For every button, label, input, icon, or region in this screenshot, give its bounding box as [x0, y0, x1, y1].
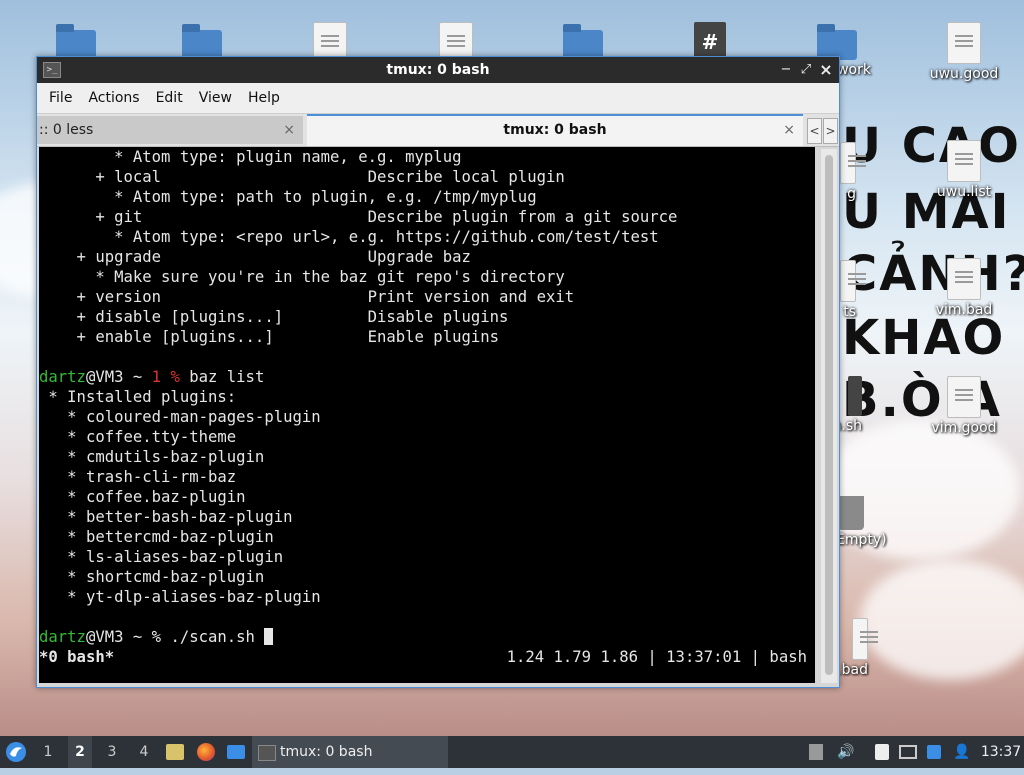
maximize-button[interactable]: ⤢: [797, 60, 815, 80]
volume-icon[interactable]: 🔊: [836, 736, 856, 768]
tab-bar: :: 0 less × tmux: 0 bash × < >: [37, 114, 839, 147]
vim-bad-label: vim.bad: [935, 302, 993, 318]
taskbar: 1 2 3 4 tmux: 0 bash 🔊 👤 13:37: [0, 736, 1024, 768]
menu-file[interactable]: File: [41, 90, 80, 106]
terminal-line: * Atom type: path to plugin, e.g. /tmp/m…: [39, 188, 537, 206]
menu-edit[interactable]: Edit: [148, 90, 191, 106]
file-manager-icon[interactable]: [164, 736, 186, 768]
prompt-line: dartz@VM3 ~ 1 % baz list: [39, 367, 815, 387]
terminal-scrollbar[interactable]: [821, 149, 837, 683]
plugin-item: * ls-aliases-baz-plugin: [39, 548, 284, 566]
menu-help[interactable]: Help: [240, 90, 288, 106]
vim-good-label: vim.good: [931, 420, 997, 436]
workspace-1[interactable]: 1: [36, 736, 60, 768]
tab-bash-close-icon[interactable]: ×: [783, 116, 795, 144]
tab-less[interactable]: :: 0 less ×: [37, 116, 303, 144]
desktop-icon[interactable]: [225, 736, 247, 768]
wallpaper-text: KHAO: [842, 310, 1006, 366]
prompt-line-current[interactable]: dartz@VM3 ~ % ./scan.sh: [39, 627, 815, 647]
uwu-list-file-icon[interactable]: uwu.list: [924, 140, 1004, 200]
terminal-window[interactable]: >_ tmux: 0 bash − ⤢ × File Actions Edit …: [36, 56, 840, 688]
vim-good-file-icon[interactable]: vim.good: [924, 376, 1004, 436]
notification-icon[interactable]: [924, 736, 944, 768]
firefox-icon[interactable]: [195, 736, 217, 768]
close-button[interactable]: ×: [817, 60, 835, 80]
home-folder-icon[interactable]: [543, 22, 623, 60]
plugin-item: * cmdutils-baz-plugin: [39, 448, 265, 466]
plugin-item: * coffee.tty-theme: [39, 428, 237, 446]
plugin-item: * coloured-man-pages-plugin: [39, 408, 321, 426]
terminal-line: + version Print version and exit: [39, 288, 575, 306]
folder-icon-1[interactable]: [36, 22, 116, 60]
tmux-status-right: 1.24 1.79 1.86 | 13:37:01 | bash: [506, 648, 807, 666]
workspace-4[interactable]: 4: [132, 736, 156, 768]
taskbar-task-label: tmux: 0 bash: [280, 744, 373, 760]
terminal-line: * Make sure you're in the baz git repo's…: [39, 268, 565, 286]
terminal-output[interactable]: * Atom type: plugin name, e.g. myplug + …: [39, 147, 815, 683]
terminal-line: * Atom type: plugin name, e.g. myplug: [39, 148, 462, 166]
app-menu-icon[interactable]: [4, 736, 28, 768]
prompt-host: @VM3 ~: [85, 368, 152, 386]
plugin-item: * coffee.baz-plugin: [39, 488, 246, 506]
tab-less-label: :: 0 less: [39, 122, 94, 138]
terminal-task-icon: [258, 745, 276, 761]
window-title: tmux: 0 bash: [386, 62, 490, 78]
clipboard-icon[interactable]: [872, 736, 892, 768]
workspace-3[interactable]: 3: [100, 736, 124, 768]
tab-bash-label: tmux: 0 bash: [503, 122, 607, 138]
plugin-item: * yt-dlp-aliases-baz-plugin: [39, 588, 321, 606]
menu-bar: File Actions Edit View Help: [37, 83, 839, 114]
tab-bash[interactable]: tmux: 0 bash ×: [307, 114, 803, 146]
plugin-item: * trash-cli-rm-baz: [39, 468, 237, 486]
prompt-user: dartz: [39, 628, 86, 646]
wallpaper-cloud: [860, 560, 1024, 680]
menu-view[interactable]: View: [191, 90, 240, 106]
tmux-window-name[interactable]: *0 bash*: [39, 647, 114, 667]
uwu-good-file-icon[interactable]: uwu.good: [924, 22, 1004, 82]
terminal-line: + git Describe plugin from a git source: [39, 208, 678, 226]
workspace-2[interactable]: 2: [68, 736, 92, 768]
tab-less-close-icon[interactable]: ×: [283, 116, 295, 144]
terminal-line: + enable [plugins...] Enable plugins: [39, 328, 500, 346]
clock[interactable]: 13:37: [978, 736, 1024, 768]
plugin-item: * better-bash-baz-plugin: [39, 508, 293, 526]
plugins-header: * Installed plugins:: [39, 388, 237, 406]
prompt-exit-status: 1 %: [151, 368, 180, 386]
menu-actions[interactable]: Actions: [80, 90, 147, 106]
tmux-status-line: *0 bash* 1.24 1.79 1.86 | 13:37:01 | bas…: [39, 647, 815, 667]
terminal-line: * Atom type: <repo url>, e.g. https://gi…: [39, 228, 659, 246]
plugin-item: * bettercmd-baz-plugin: [39, 528, 274, 546]
network-tray-icon[interactable]: [898, 736, 918, 768]
uwu-list-label: uwu.list: [936, 184, 992, 200]
prompt-host: @VM3 ~ %: [85, 628, 171, 646]
scrollbar-thumb[interactable]: [825, 155, 833, 675]
prompt-command-input[interactable]: ./scan.sh: [170, 628, 264, 646]
terminal-line: + disable [plugins...] Disable plugins: [39, 308, 509, 326]
uwu-good-label: uwu.good: [929, 66, 999, 82]
taskbar-task-tmux[interactable]: tmux: 0 bash: [252, 736, 448, 768]
terminal-line: + upgrade Upgrade baz: [39, 248, 471, 266]
text-cursor: [264, 628, 274, 645]
prompt-user: dartz: [39, 368, 86, 386]
tab-scroll-left-icon[interactable]: <: [807, 118, 822, 144]
pictures-folder-icon[interactable]: [162, 22, 242, 60]
user-icon[interactable]: 👤: [952, 736, 972, 768]
window-titlebar[interactable]: >_ tmux: 0 bash − ⤢ ×: [37, 57, 839, 83]
prompt-command: baz list: [179, 368, 265, 386]
storage-tray-icon[interactable]: [806, 736, 826, 768]
plugin-item: * shortcmd-baz-plugin: [39, 568, 265, 586]
minimize-button[interactable]: −: [777, 60, 795, 80]
terminal-line: + local Describe local plugin: [39, 168, 565, 186]
vim-bad-file-icon[interactable]: vim.bad: [924, 258, 1004, 318]
tab-scroll-right-icon[interactable]: >: [823, 118, 838, 144]
